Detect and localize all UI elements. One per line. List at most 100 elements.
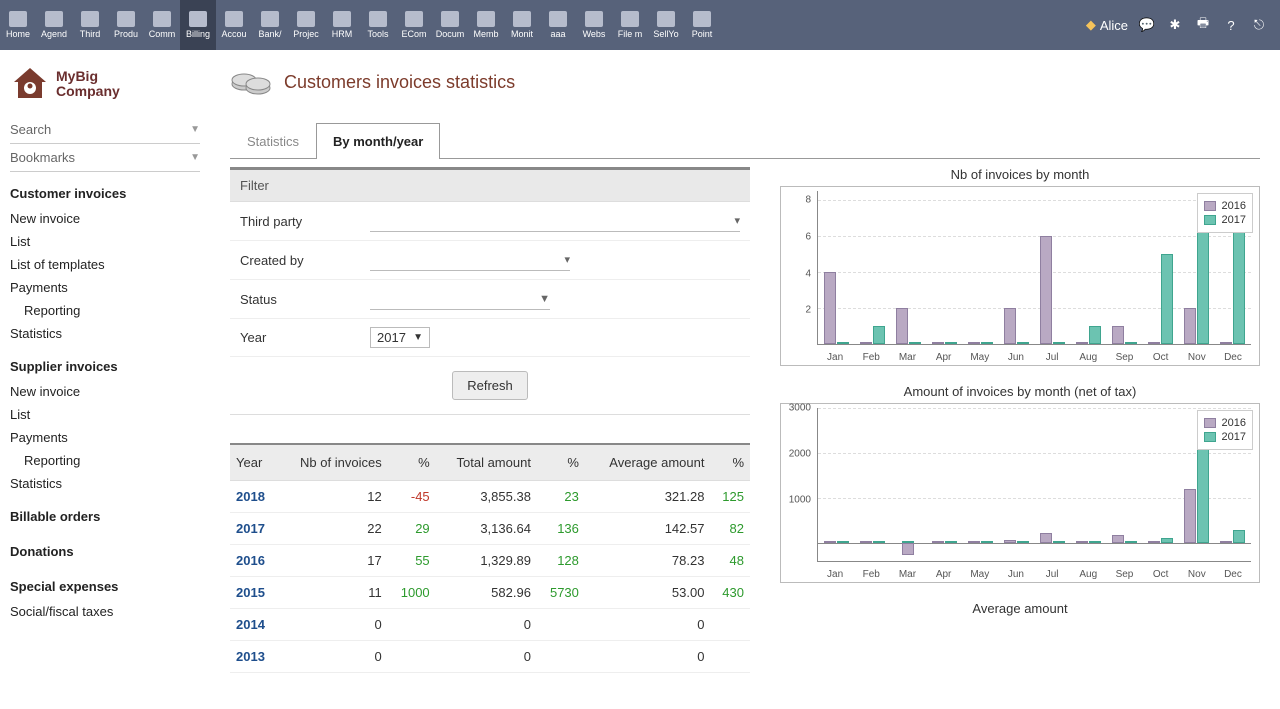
- bar-2017: [1233, 218, 1245, 344]
- chat-icon[interactable]: 💬: [1138, 16, 1156, 34]
- user-label[interactable]: ◆Alice: [1086, 17, 1128, 33]
- print-icon[interactable]: 🖶: [1194, 16, 1212, 34]
- stats-table: YearNb of invoices%Total amount%Average …: [230, 443, 750, 673]
- year-cell[interactable]: 2017: [230, 513, 278, 545]
- company-logo[interactable]: MyBigCompany: [10, 60, 200, 116]
- bar-2016: [1004, 308, 1016, 344]
- bug-icon[interactable]: ✱: [1166, 16, 1184, 34]
- year-cell[interactable]: 2015: [230, 577, 278, 609]
- module-icon: [477, 11, 495, 27]
- status-select[interactable]: ▼: [370, 288, 550, 310]
- side-link-statistics[interactable]: Statistics: [10, 322, 200, 345]
- refresh-button[interactable]: Refresh: [452, 371, 528, 400]
- col-header: %: [388, 444, 436, 481]
- tab-statistics[interactable]: Statistics: [230, 123, 316, 159]
- topmenu-third[interactable]: Third: [72, 0, 108, 50]
- topmenu-webs[interactable]: Webs: [576, 0, 612, 50]
- chart-title: Nb of invoices by month: [780, 167, 1260, 182]
- module-icon: [189, 11, 207, 27]
- side-link-statistics[interactable]: Statistics: [10, 472, 200, 495]
- side-section-customer-invoices[interactable]: Customer invoices: [10, 172, 200, 207]
- side-section-supplier-invoices[interactable]: Supplier invoices: [10, 345, 200, 380]
- side-link-list[interactable]: List: [10, 230, 200, 253]
- side-link-list-of-templates[interactable]: List of templates: [10, 253, 200, 276]
- bar-2016: [824, 272, 836, 344]
- topmenu-sellyo[interactable]: SellYo: [648, 0, 684, 50]
- side-link-new-invoice[interactable]: New invoice: [10, 207, 200, 230]
- bar-2017: [1017, 541, 1029, 543]
- topmenu-comm[interactable]: Comm: [144, 0, 180, 50]
- side-section-donations[interactable]: Donations: [10, 530, 200, 565]
- side-section-billable-orders[interactable]: Billable orders: [10, 495, 200, 530]
- side-link-new-invoice[interactable]: New invoice: [10, 380, 200, 403]
- topmenu-projec[interactable]: Projec: [288, 0, 324, 50]
- bar-2016: [1148, 342, 1160, 344]
- bar-2016: [902, 543, 914, 555]
- thirdparty-select[interactable]: ▾: [370, 210, 740, 232]
- topmenu-bank/[interactable]: Bank/: [252, 0, 288, 50]
- side-link-reporting[interactable]: Reporting: [10, 449, 200, 472]
- topmenu-monit[interactable]: Monit: [504, 0, 540, 50]
- bookmarks-box[interactable]: Bookmarks▼: [10, 144, 200, 172]
- bar-2016: [860, 541, 872, 543]
- bar-2016: [1040, 533, 1052, 543]
- table-row: 201722293,136.64136142.5782: [230, 513, 750, 545]
- bar-2017: [837, 541, 849, 543]
- col-header: %: [710, 444, 750, 481]
- year-cell[interactable]: 2016: [230, 545, 278, 577]
- table-row: 2014000: [230, 609, 750, 641]
- tab-by-month-year[interactable]: By month/year: [316, 123, 440, 159]
- side-link-social/fiscal-taxes[interactable]: Social/fiscal taxes: [10, 600, 200, 623]
- topmenu-hrm[interactable]: HRM: [324, 0, 360, 50]
- chart-title: Average amount: [780, 601, 1260, 616]
- bar-2016: [932, 541, 944, 543]
- search-box[interactable]: Search▼: [10, 116, 200, 144]
- filter-heading: Filter: [230, 170, 750, 202]
- chart-legend: 20162017: [1197, 410, 1253, 450]
- topmenu-docum[interactable]: Docum: [432, 0, 468, 50]
- topmenu-memb[interactable]: Memb: [468, 0, 504, 50]
- side-link-payments[interactable]: Payments: [10, 426, 200, 449]
- topmenu-ecom[interactable]: ECom: [396, 0, 432, 50]
- bar-2017: [1197, 434, 1209, 543]
- module-icon: [261, 11, 279, 27]
- bar-2016: [1220, 541, 1232, 543]
- module-icon: [117, 11, 135, 27]
- col-header: Average amount: [585, 444, 711, 481]
- topmenu-billing[interactable]: Billing: [180, 0, 216, 50]
- topmenu-accou[interactable]: Accou: [216, 0, 252, 50]
- module-icon: [9, 11, 27, 27]
- filter-label-year: Year: [240, 330, 370, 345]
- side-link-payments[interactable]: Payments: [10, 276, 200, 299]
- help-icon[interactable]: ?: [1222, 16, 1240, 34]
- bar-2016: [932, 342, 944, 344]
- bar-2017: [873, 326, 885, 344]
- topmenu-produ[interactable]: Produ: [108, 0, 144, 50]
- chart-title: Amount of invoices by month (net of tax): [780, 384, 1260, 399]
- topmenu-aaa[interactable]: aaa: [540, 0, 576, 50]
- bar-2016: [1112, 535, 1124, 543]
- topmenu-agend[interactable]: Agend: [36, 0, 72, 50]
- side-section-special-expenses[interactable]: Special expenses: [10, 565, 200, 600]
- year-cell[interactable]: 2018: [230, 481, 278, 513]
- module-icon: [153, 11, 171, 27]
- page-title: Customers invoices statistics: [284, 72, 515, 93]
- createdby-select[interactable]: ▾: [370, 249, 570, 271]
- topmenu-point[interactable]: Point: [684, 0, 720, 50]
- bar-2016: [1184, 489, 1196, 543]
- topmenu-tools[interactable]: Tools: [360, 0, 396, 50]
- year-cell[interactable]: 2013: [230, 641, 278, 673]
- bar-2016: [968, 541, 980, 543]
- bar-2016: [860, 342, 872, 344]
- year-select[interactable]: 2017▼: [370, 327, 430, 348]
- year-cell[interactable]: 2014: [230, 609, 278, 641]
- col-header: Year: [230, 444, 278, 481]
- bar-2016: [1112, 326, 1124, 344]
- side-link-reporting[interactable]: Reporting: [10, 299, 200, 322]
- topmenu-home[interactable]: Home: [0, 0, 36, 50]
- logout-icon[interactable]: ⎋: [1250, 16, 1268, 34]
- side-link-list[interactable]: List: [10, 403, 200, 426]
- topmenu-file m[interactable]: File m: [612, 0, 648, 50]
- coins-icon: [230, 66, 272, 98]
- bar-2017: [981, 541, 993, 543]
